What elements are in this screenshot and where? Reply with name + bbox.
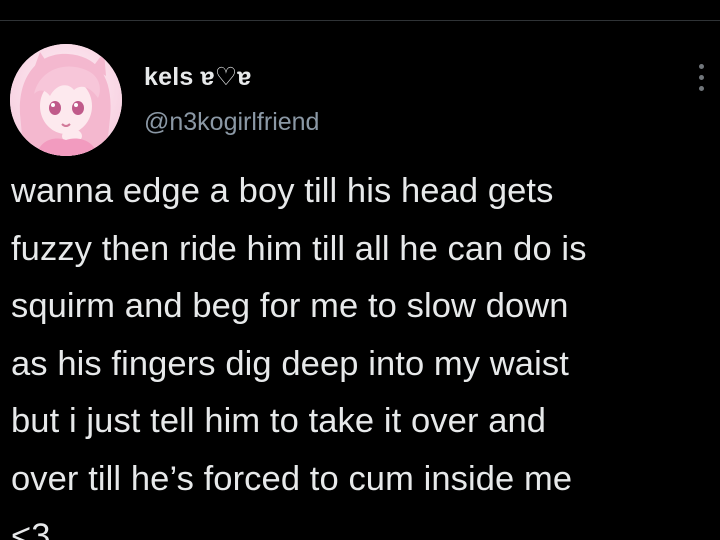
divider	[0, 20, 720, 21]
more-options-icon[interactable]	[694, 64, 708, 100]
display-name[interactable]: kels ɐ♡ɐ	[144, 62, 251, 92]
tweet-card: kels ɐ♡ɐ @n3kogirlfriend wanna edge a bo…	[0, 0, 720, 540]
avatar[interactable]	[10, 44, 122, 156]
user-handle[interactable]: @n3kogirlfriend	[144, 108, 319, 137]
tweet-text: wanna edge a boy till his head gets fuzz…	[11, 172, 587, 540]
avatar-image	[10, 44, 122, 156]
